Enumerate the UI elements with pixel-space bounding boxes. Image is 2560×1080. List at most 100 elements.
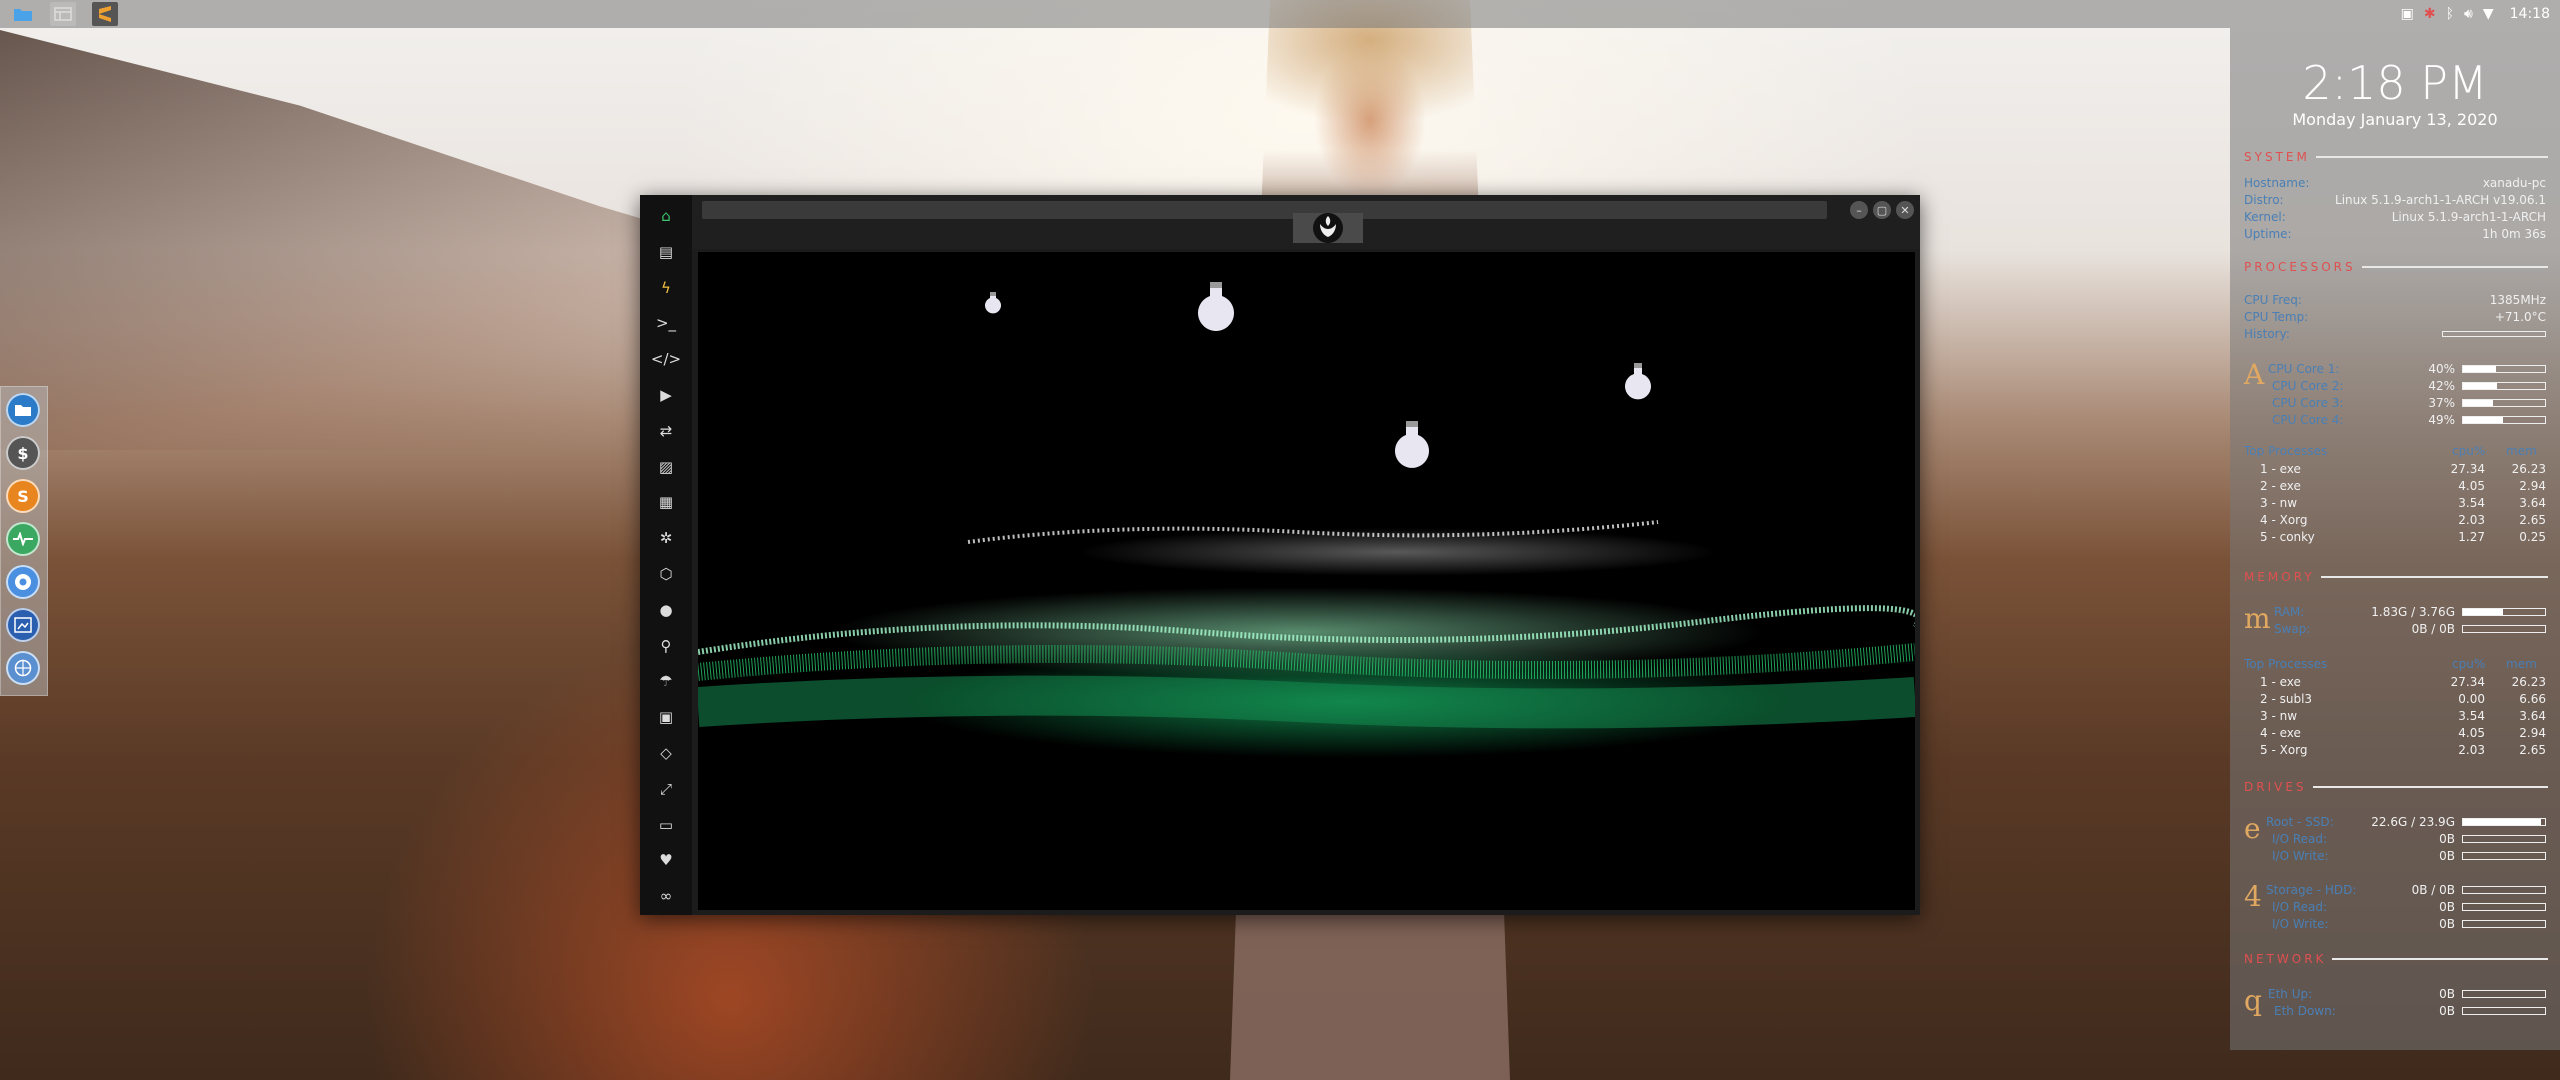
cpu-core-label: CPU Core 4: xyxy=(2272,413,2344,427)
section-system: SYSTEM xyxy=(2244,149,2548,165)
cpu-core-value: 42% xyxy=(2428,379,2455,393)
mem-top-cpu-header: cpu% xyxy=(2452,657,2486,671)
root-drive-label: Root - SSD: xyxy=(2266,815,2334,829)
process-cpu: 0.00 xyxy=(2458,692,2485,706)
web-viewport[interactable] xyxy=(698,252,1915,910)
minimize-button[interactable]: – xyxy=(1850,201,1868,219)
sublime-text-icon[interactable] xyxy=(92,2,118,26)
terminal-icon[interactable]: $ xyxy=(6,436,40,470)
network-icon[interactable] xyxy=(6,651,40,685)
particle-wave xyxy=(698,520,1915,729)
system-row-value: Linux 5.1.9-arch1-1-ARCH v19.06.1 xyxy=(2335,193,2546,207)
process-cpu: 4.05 xyxy=(2458,479,2485,493)
screenshot-icon[interactable]: ▣ xyxy=(2401,6,2414,22)
wifi-icon[interactable]: ▼ xyxy=(2483,6,2494,22)
chrome-icon[interactable] xyxy=(6,565,40,599)
cpu-core-bar xyxy=(2462,416,2546,424)
cpu-temp-value: +71.0°C xyxy=(2494,310,2546,324)
storage-drive-bar xyxy=(2462,886,2546,894)
system-row-value: 1h 0m 36s xyxy=(2482,227,2546,241)
process-mem: 3.64 xyxy=(2519,496,2546,510)
cpu-core-bar xyxy=(2462,382,2546,390)
cpu-core-bar xyxy=(2462,365,2546,373)
globe-icon[interactable]: ● xyxy=(653,597,679,623)
image-icon[interactable]: ▨ xyxy=(653,454,679,480)
window-titlebar[interactable]: – ▢ ✕ xyxy=(692,195,1920,249)
file-manager-icon[interactable] xyxy=(6,393,40,427)
storage-drive-label: Storage - HDD: xyxy=(2266,883,2357,897)
contact-icon[interactable]: ▣ xyxy=(653,704,679,730)
process-cpu: 27.34 xyxy=(2450,462,2485,476)
section-network: NETWORK xyxy=(2244,951,2548,967)
root-io-read-value: 0B xyxy=(2439,832,2455,846)
swap-icon[interactable]: ◇ xyxy=(653,740,679,766)
code-icon[interactable]: </> xyxy=(651,346,681,372)
cpu-top-mem-header: mem xyxy=(2506,444,2537,458)
storage-io-read-label: I/O Read: xyxy=(2272,900,2328,914)
system-row-label: Uptime: xyxy=(2244,227,2292,241)
process-name: 5 - Xorg xyxy=(2260,743,2308,757)
file-manager-icon[interactable] xyxy=(10,2,36,26)
apps-grid-icon[interactable] xyxy=(50,2,76,26)
document-icon[interactable]: ▤ xyxy=(653,239,679,265)
tab-emblem[interactable] xyxy=(1293,213,1363,243)
search-icon[interactable]: ⚲ xyxy=(653,633,679,659)
lightbulb-icon xyxy=(1395,421,1429,468)
storage-io-read-value: 0B xyxy=(2439,900,2455,914)
process-name: 3 - nw xyxy=(2260,496,2298,510)
address-bar[interactable] xyxy=(702,201,1827,219)
volume-icon[interactable]: 🔊︎ xyxy=(2464,6,2473,22)
youtube-icon[interactable]: ▭ xyxy=(653,812,679,838)
hexagon-icon[interactable]: ⬡ xyxy=(653,561,679,587)
storage-drive-glyph: 4 xyxy=(2244,880,2262,913)
storage-io-write-label: I/O Write: xyxy=(2272,917,2329,931)
heart-icon[interactable]: ♥ xyxy=(653,847,679,873)
settings-icon[interactable]: ✲ xyxy=(653,525,679,551)
cpu-temp-label: CPU Temp: xyxy=(2244,310,2309,324)
root-io-read-bar xyxy=(2462,835,2546,843)
infinity-icon[interactable]: ∞ xyxy=(653,883,679,909)
system-row-value: Linux 5.1.9-arch1-1-ARCH xyxy=(2391,210,2546,224)
home-icon[interactable]: ⌂ xyxy=(653,203,679,229)
screenshot-tool-icon[interactable] xyxy=(6,608,40,642)
lightning-icon[interactable]: ϟ xyxy=(653,275,679,301)
lightbulb-icon xyxy=(985,292,1001,314)
system-row-value: xanadu-pc xyxy=(2482,176,2546,190)
cpu-top-cpu-header: cpu% xyxy=(2452,444,2486,458)
process-name: 4 - exe xyxy=(2260,726,2301,740)
terminal-glyph: $ xyxy=(17,443,29,463)
terminal-prompt-icon[interactable]: >_ xyxy=(653,310,679,336)
swap-bar xyxy=(2462,625,2546,633)
cpu-core-label: CPU Core 1: xyxy=(2268,362,2340,376)
eth-up-bar xyxy=(2462,990,2546,998)
close-button[interactable]: ✕ xyxy=(1896,201,1914,219)
umbrella-icon[interactable]: ☂ xyxy=(653,668,679,694)
process-name: 5 - conky xyxy=(2260,530,2315,544)
cpu-core-bar xyxy=(2462,399,2546,407)
storage-io-write-value: 0B xyxy=(2439,917,2455,931)
root-io-write-value: 0B xyxy=(2439,849,2455,863)
maximize-button[interactable]: ▢ xyxy=(1873,201,1891,219)
fullscreen-icon[interactable]: ⤢ xyxy=(653,776,679,802)
process-name: 4 - Xorg xyxy=(2260,513,2308,527)
news-icon[interactable]: ▦ xyxy=(653,489,679,515)
eth-down-bar xyxy=(2462,1007,2546,1015)
cpu-core-value: 49% xyxy=(2428,413,2455,427)
section-drives: DRIVES xyxy=(2244,779,2548,795)
play-icon[interactable]: ▶ xyxy=(653,382,679,408)
swap-label: Swap: xyxy=(2274,622,2311,636)
translate-icon[interactable]: ⇄ xyxy=(653,418,679,444)
left-dock: $ S xyxy=(0,386,48,696)
process-cpu: 4.05 xyxy=(2458,726,2485,740)
bluetooth-icon[interactable]: ᛒ xyxy=(2446,6,2454,22)
sublime-text-icon[interactable]: S xyxy=(6,479,40,513)
taskbar-clock[interactable]: 14:18 xyxy=(2510,6,2550,22)
section-processors: PROCESSORS xyxy=(2244,259,2548,275)
pointer-icon[interactable]: ✱ xyxy=(2424,6,2436,22)
root-drive-bar xyxy=(2462,818,2546,826)
root-io-read-label: I/O Read: xyxy=(2272,832,2328,846)
system-monitor-icon[interactable] xyxy=(6,522,40,556)
storage-drive-value: 0B / 0B xyxy=(2411,883,2455,897)
eth-up-value: 0B xyxy=(2439,987,2455,1001)
cpu-freq-label: CPU Freq: xyxy=(2244,293,2302,307)
